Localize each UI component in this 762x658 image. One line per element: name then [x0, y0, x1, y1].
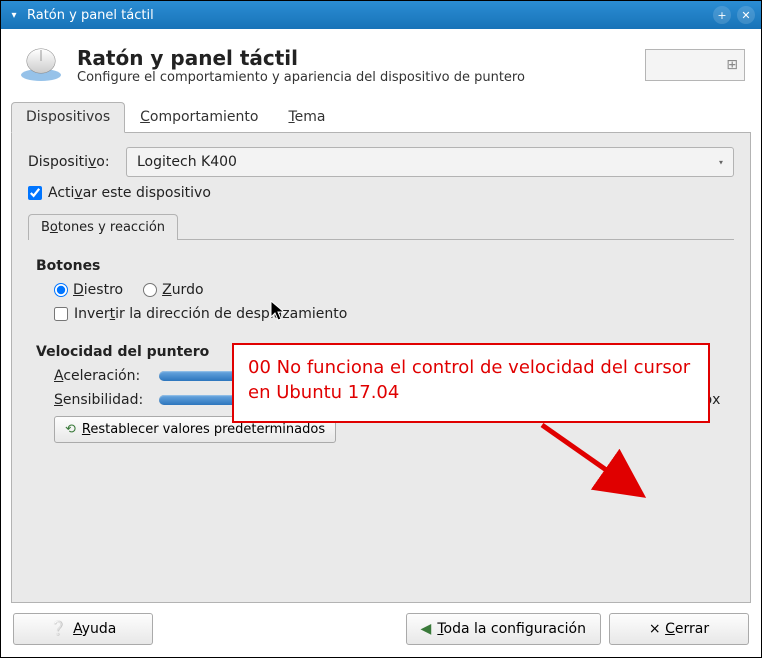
titlebar[interactable]: ▾ Ratón y panel táctil + ✕	[1, 1, 761, 29]
preview-box: ⊞	[645, 49, 745, 81]
page-subtitle: Configure el comportamiento y apariencia…	[77, 70, 525, 85]
tab-theme[interactable]: Tema	[273, 102, 340, 133]
invert-scroll-checkbox[interactable]: Invertir la dirección de desplazamiento	[54, 306, 726, 322]
buttons-section: Botones Diestro Zurdo I	[28, 248, 734, 326]
buttons-heading: Botones	[36, 258, 726, 274]
content-area: Ratón y panel táctil Configure el compor…	[1, 29, 761, 657]
device-row: Dispositivo: Logitech K400	[28, 147, 734, 177]
footer-buttons: ❔ Ayuda ◀ Toda la configuración × Cerrar	[11, 603, 751, 647]
back-icon: ◀	[421, 621, 432, 637]
close-button[interactable]: × Cerrar	[609, 613, 749, 645]
annotation-callout: 00 No funciona el control de velocidad d…	[232, 343, 710, 423]
page-title: Ratón y panel táctil	[77, 46, 525, 70]
add-button-icon[interactable]: +	[713, 6, 731, 24]
mouse-icon	[17, 43, 65, 87]
close-window-icon[interactable]: ✕	[737, 6, 755, 24]
invert-scroll-input[interactable]	[54, 307, 68, 321]
search-icon: ⊞	[726, 57, 738, 73]
handedness-radios: Diestro Zurdo	[54, 282, 726, 298]
settings-window: ▾ Ratón y panel táctil + ✕ Ratón y panel…	[0, 0, 762, 658]
header: Ratón y panel táctil Configure el compor…	[11, 39, 751, 101]
main-tabs: Dispositivos Comportamiento Tema	[11, 101, 751, 133]
right-handed-input[interactable]	[54, 283, 68, 297]
activate-device-input[interactable]	[28, 186, 42, 200]
annotation-text: 00 No funciona el control de velocidad d…	[248, 357, 690, 403]
left-handed-radio[interactable]: Zurdo	[143, 282, 203, 298]
device-select-value: Logitech K400	[137, 154, 237, 170]
app-menu-icon[interactable]: ▾	[7, 8, 21, 22]
reset-icon: ⟲	[65, 422, 76, 437]
subtabs: Botones y reacción	[28, 213, 734, 240]
all-settings-button[interactable]: ◀ Toda la configuración	[406, 613, 601, 645]
acceleration-label: Aceleración:	[54, 368, 149, 384]
left-handed-input[interactable]	[143, 283, 157, 297]
activate-device-checkbox[interactable]: Activar este dispositivo	[28, 185, 734, 201]
sensitivity-label: Sensibilidad:	[54, 392, 149, 408]
subtab-buttons[interactable]: Botones y reacción	[28, 214, 178, 240]
tab-body-devices: Dispositivo: Logitech K400 Activar este …	[11, 133, 751, 603]
window-title: Ratón y panel táctil	[27, 8, 707, 23]
device-label: Dispositivo:	[28, 154, 118, 170]
help-icon: ❔	[50, 621, 67, 637]
tab-behavior[interactable]: Comportamiento	[125, 102, 273, 133]
right-handed-radio[interactable]: Diestro	[54, 282, 123, 298]
device-select[interactable]: Logitech K400	[126, 147, 734, 177]
help-button[interactable]: ❔ Ayuda	[13, 613, 153, 645]
tab-devices[interactable]: Dispositivos	[11, 102, 125, 133]
header-text: Ratón y panel táctil Configure el compor…	[77, 46, 525, 85]
activate-device-label: Activar este dispositivo	[48, 185, 211, 201]
